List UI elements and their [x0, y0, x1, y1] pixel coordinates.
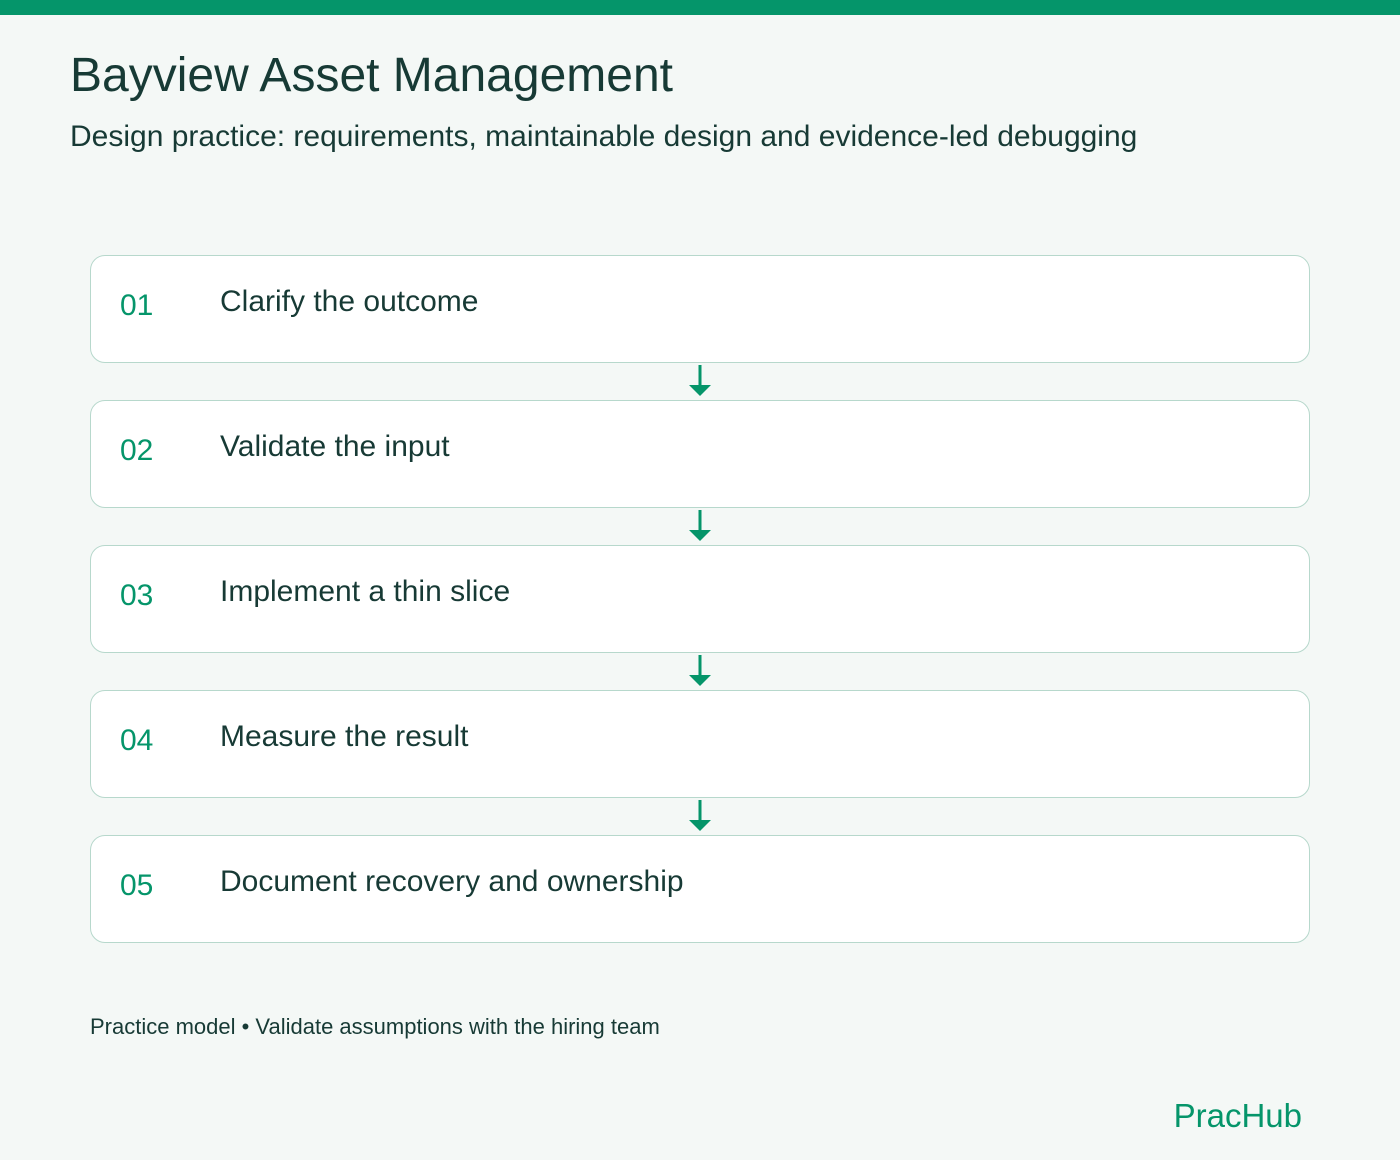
step-label: Validate the input	[220, 430, 450, 463]
page-title: Bayview Asset Management	[70, 49, 673, 102]
arrow-down-icon	[688, 655, 712, 688]
step-number: 04	[120, 724, 154, 757]
step-number: 02	[120, 434, 154, 467]
step-label: Clarify the outcome	[220, 285, 479, 318]
arrow-down-icon	[688, 800, 712, 833]
step-label: Implement a thin slice	[220, 575, 511, 608]
step-label: Measure the result	[220, 720, 469, 753]
step-card-3: 03 Implement a thin slice	[90, 545, 1310, 653]
step-card-1: 01 Clarify the outcome	[90, 255, 1310, 363]
footer-note: Practice model • Validate assumptions wi…	[90, 1014, 660, 1039]
step-number: 03	[120, 579, 154, 612]
step-label: Document recovery and ownership	[220, 865, 684, 898]
step-card-4: 04 Measure the result	[90, 690, 1310, 798]
step-number: 01	[120, 289, 154, 322]
arrow-down-icon	[688, 365, 712, 398]
page-subtitle: Design practice: requirements, maintaina…	[70, 120, 1138, 153]
step-number: 05	[120, 869, 154, 902]
step-card-5: 05 Document recovery and ownership	[90, 835, 1310, 943]
brand-logo: PracHub	[1173, 1097, 1302, 1134]
arrow-down-icon	[688, 510, 712, 543]
top-accent-bar	[0, 0, 1400, 15]
step-card-2: 02 Validate the input	[90, 400, 1310, 508]
